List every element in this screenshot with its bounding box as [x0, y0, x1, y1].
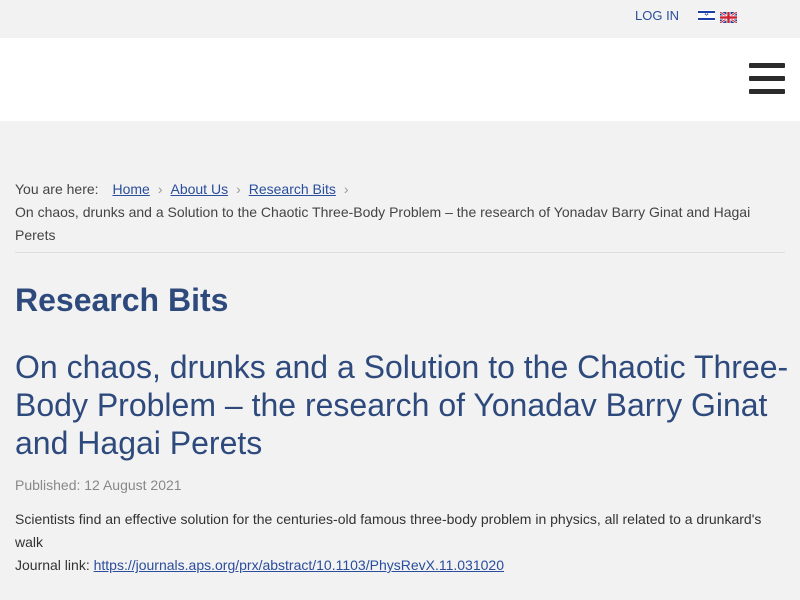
breadcrumb-prefix: You are here:	[15, 181, 99, 197]
hamburger-menu-icon[interactable]	[749, 63, 785, 95]
article-title: On chaos, drunks and a Solution to the C…	[15, 349, 789, 461]
breadcrumb-research-bits[interactable]: Research Bits	[249, 181, 336, 197]
section-title: Research Bits	[15, 282, 229, 318]
chevron-right-icon: ›	[236, 181, 241, 197]
journal-link[interactable]: https://journals.aps.org/prx/abstract/10…	[94, 557, 504, 573]
article-summary: Scientists find an effective solution fo…	[15, 511, 762, 550]
breadcrumb-about-us[interactable]: About Us	[170, 181, 228, 197]
breadcrumb-current: On chaos, drunks and a Solution to the C…	[15, 204, 751, 243]
breadcrumb: You are here: Home › About Us › Research Bit…	[15, 178, 785, 247]
chevron-right-icon: ›	[343, 181, 349, 197]
top-bar: LOG IN ✡	[0, 0, 800, 38]
divider	[15, 252, 785, 253]
published-date: Published: 12 August 2021	[15, 477, 182, 493]
breadcrumb-home[interactable]: Home	[112, 181, 149, 197]
journal-line: Journal link: https://journals.aps.org/p…	[15, 554, 785, 577]
chevron-right-icon: ›	[157, 181, 163, 197]
site-header	[0, 38, 800, 121]
israel-flag-icon[interactable]: ✡	[698, 10, 715, 21]
login-link[interactable]: LOG IN	[635, 8, 679, 23]
journal-label: Journal link:	[15, 557, 90, 573]
uk-flag-icon[interactable]	[719, 10, 738, 25]
